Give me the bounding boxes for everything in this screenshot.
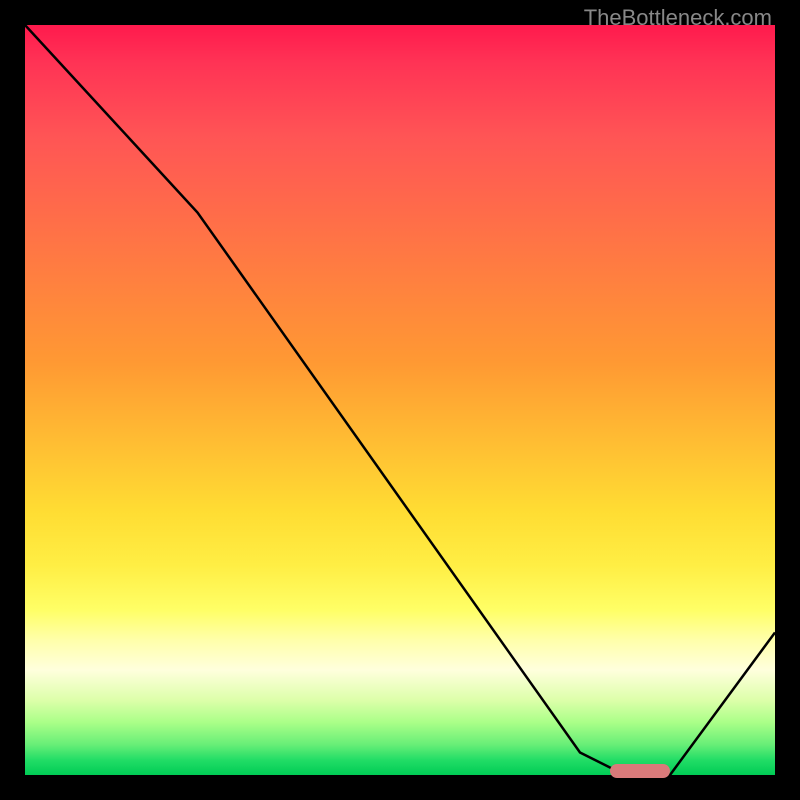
curve-layer	[25, 25, 775, 775]
watermark-text: TheBottleneck.com	[584, 5, 772, 31]
optimal-range-marker	[610, 764, 670, 778]
chart-container: TheBottleneck.com	[0, 0, 800, 800]
bottleneck-curve-path	[25, 25, 775, 775]
